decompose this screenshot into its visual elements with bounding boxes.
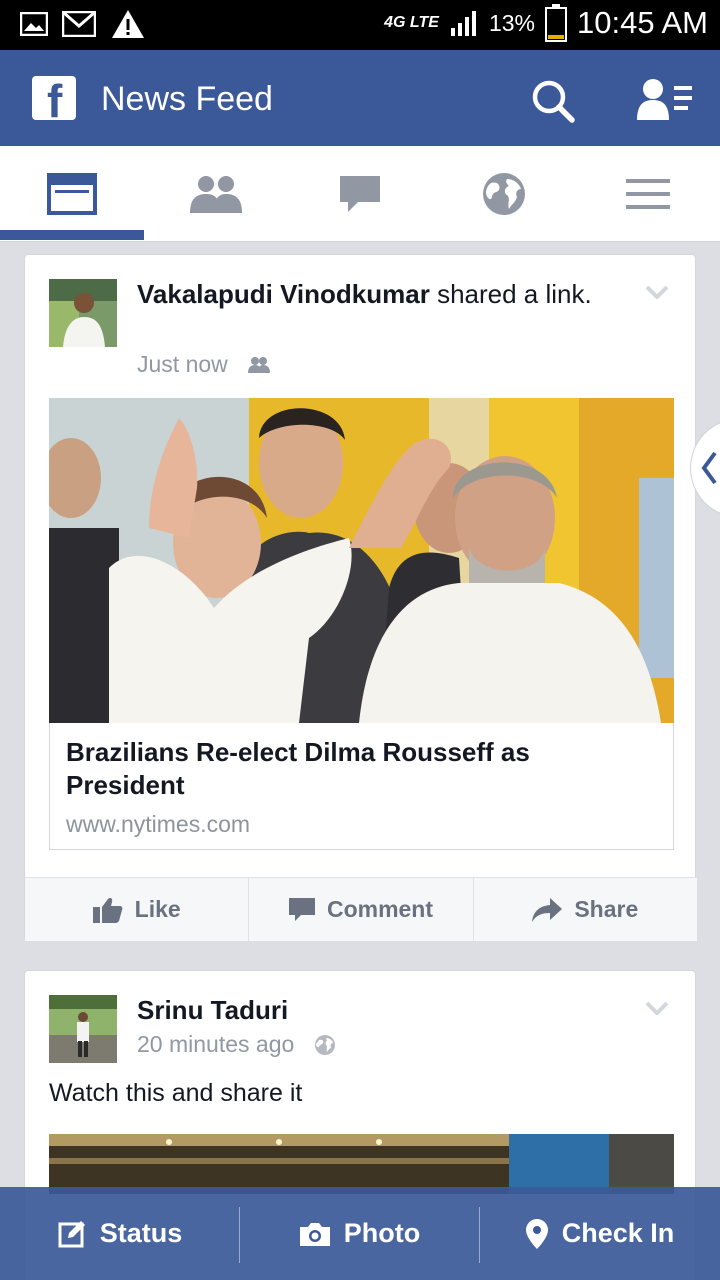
clock: 10:45 AM [577,5,708,40]
news-feed-icon [47,173,97,215]
warning-icon [112,10,144,38]
divider [239,1207,240,1263]
author-name[interactable]: Srinu Taduri [137,995,288,1025]
signal-icon [450,11,476,36]
friends-icon [247,356,270,373]
app-bar: f News Feed [0,50,720,146]
video-thumbnail[interactable] [49,1134,674,1194]
network-indicator: 4G LTE [384,14,439,31]
location-pin-icon [525,1218,548,1249]
friend-requests-icon[interactable] [636,76,694,124]
post-timestamp[interactable]: Just now [137,351,228,378]
link-url: www.nytimes.com [66,811,251,837]
comment-icon [288,897,315,921]
like-button[interactable]: Like [25,878,250,941]
photo-button[interactable]: Photo [240,1187,480,1280]
image-icon [20,12,48,36]
check-in-button[interactable]: Check In [480,1187,720,1280]
author-name[interactable]: Vakalapudi Vinodkumar [137,279,430,309]
link-preview[interactable]: Brazilians Re-elect Dilma Rousseff as Pr… [49,398,674,850]
link-image[interactable] [49,398,674,723]
tab-news-feed[interactable] [0,146,144,242]
divider [479,1207,480,1263]
chevron-down-icon[interactable] [645,285,669,299]
link-title[interactable]: Brazilians Re-elect Dilma Rousseff as Pr… [66,736,626,802]
post-text: Watch this and share it [49,1079,303,1107]
battery-percent: 13% [488,9,536,36]
status-button[interactable]: Status [0,1187,240,1280]
chevron-down-icon[interactable] [645,1001,669,1015]
battery-icon [545,4,568,42]
tab-bar [0,146,720,242]
post-author-line: Srinu Taduri [137,993,288,1028]
tab-friends[interactable] [144,146,288,242]
composer-bar: Status Photo Check In [0,1187,720,1280]
camera-icon [299,1222,330,1246]
post-actions: Like Comment Share [25,877,697,941]
page-title: News Feed [101,80,273,118]
chevron-left-icon [701,451,717,485]
thumbs-up-icon [92,897,123,923]
globe-icon [483,173,525,215]
post-timestamp[interactable]: 20 minutes ago [137,1031,294,1058]
status-bar: 4G LTE 13% 10:45 AM [0,0,720,50]
tab-more[interactable] [576,146,720,242]
avatar[interactable] [49,279,117,347]
globe-icon [315,1034,336,1055]
chat-icon [340,176,380,212]
avatar[interactable] [49,995,117,1063]
menu-icon [626,179,670,209]
comment-button[interactable]: Comment [249,878,474,941]
tab-notifications[interactable] [432,146,576,242]
gmail-icon [62,11,96,37]
active-tab-indicator [0,230,144,240]
share-button[interactable]: Share [474,878,697,941]
post-meta: Just now [137,351,270,378]
share-arrow-icon [532,897,563,922]
post-card: Vakalapudi Vinodkumar shared a link. Jus… [24,254,697,941]
edit-icon [58,1220,85,1247]
search-icon[interactable] [530,78,576,124]
tab-messages[interactable] [288,146,432,242]
post-action-text: shared a link. [429,279,592,309]
post-meta: 20 minutes ago [137,1031,336,1058]
post-author-line: Vakalapudi Vinodkumar shared a link. [137,277,597,312]
friends-icon [190,176,242,213]
facebook-logo: f [32,76,76,120]
